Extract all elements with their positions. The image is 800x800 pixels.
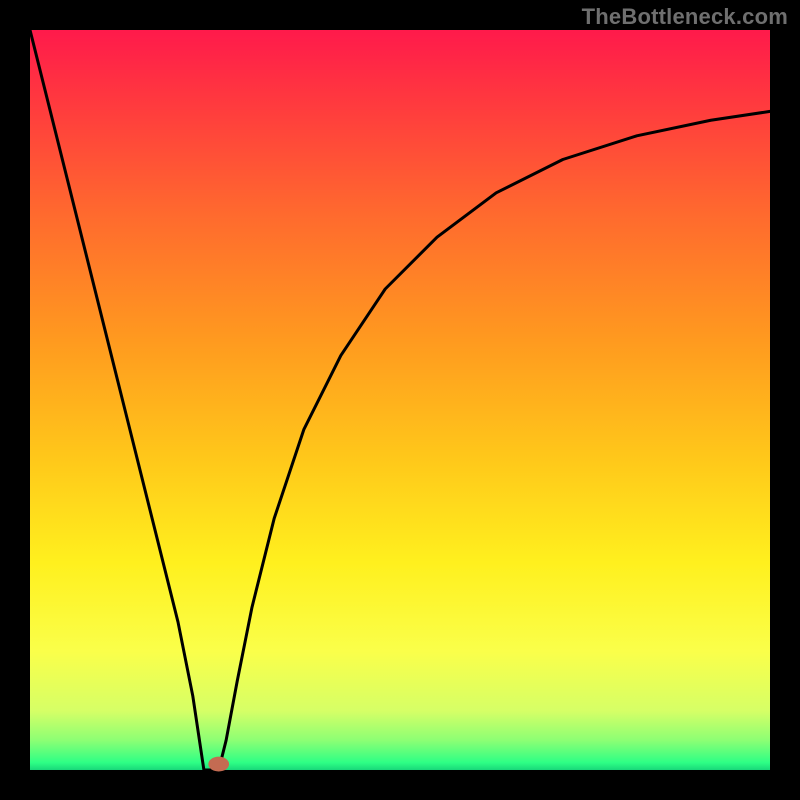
- optimum-marker: [208, 757, 229, 772]
- watermark-label: TheBottleneck.com: [582, 4, 788, 30]
- plot-background: [30, 30, 770, 770]
- chart-wrapper: { "watermark": "TheBottleneck.com", "cha…: [0, 0, 800, 800]
- bottleneck-chart: [0, 0, 800, 800]
- plot-area: [15, 15, 785, 785]
